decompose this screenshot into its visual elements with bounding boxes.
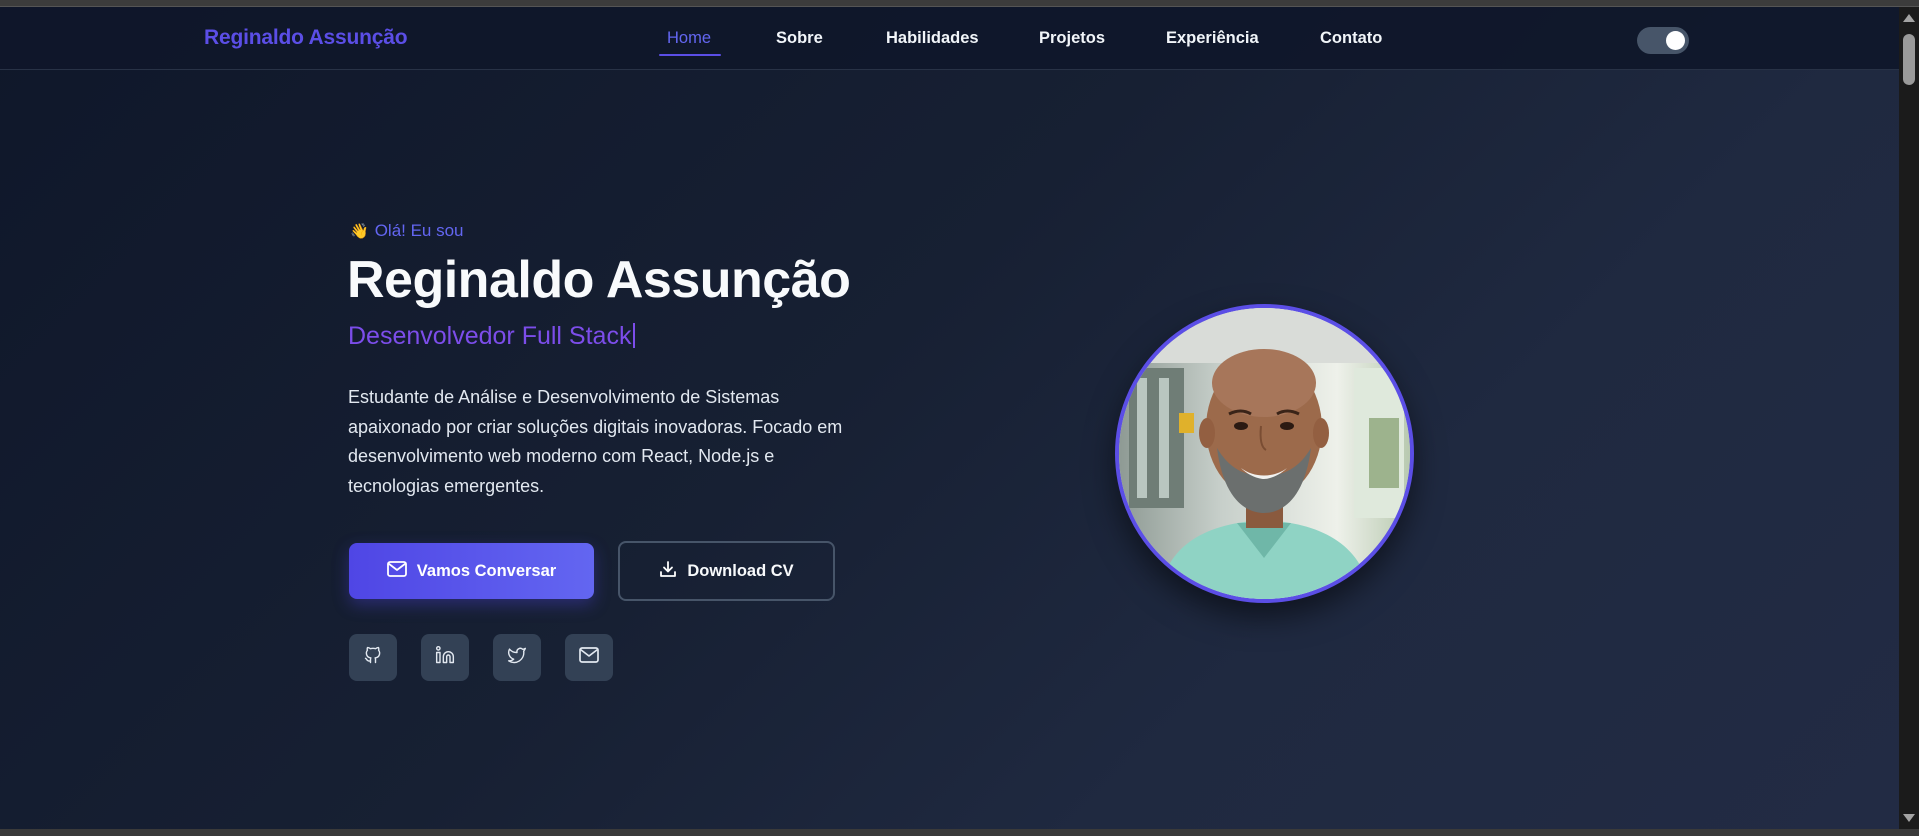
github-icon xyxy=(363,645,383,670)
linkedin-icon xyxy=(435,645,455,670)
download-cv-label: Download CV xyxy=(687,561,794,580)
twitter-link[interactable] xyxy=(493,634,541,681)
browser-bottom-edge xyxy=(0,829,1919,836)
mail-icon xyxy=(386,560,407,582)
hero-role-text: Desenvolvedor Full Stack xyxy=(348,322,632,350)
nav-link-home[interactable]: Home xyxy=(667,29,711,48)
greeting-text: Olá! Eu sou xyxy=(374,221,464,240)
navbar: Reginaldo Assunção Home Sobre Habilidade… xyxy=(0,7,1899,70)
contact-button[interactable]: Vamos Conversar xyxy=(349,543,594,599)
page-scrollbar[interactable] xyxy=(1899,7,1919,829)
hero-name: Reginaldo Assunção xyxy=(347,251,851,309)
page-viewport: Reginaldo Assunção Home Sobre Habilidade… xyxy=(0,7,1899,829)
theme-toggle[interactable] xyxy=(1637,27,1689,54)
profile-photo xyxy=(1115,304,1414,603)
scroll-down-arrow-icon[interactable] xyxy=(1903,814,1915,822)
nav-link-experiencia[interactable]: Experiência xyxy=(1166,29,1259,48)
typing-cursor xyxy=(633,323,636,348)
download-icon xyxy=(659,560,677,583)
browser-top-edge xyxy=(0,0,1919,7)
theme-toggle-knob xyxy=(1666,31,1685,50)
contact-button-label: Vamos Conversar xyxy=(416,561,557,580)
twitter-icon xyxy=(507,645,527,670)
hero-role: Desenvolvedor Full Stack xyxy=(348,322,636,351)
nav-link-projetos[interactable]: Projetos xyxy=(1039,29,1105,48)
mail-icon xyxy=(579,647,599,668)
hero-description: Estudante de Análise e Desenvolvimento d… xyxy=(348,387,843,496)
nav-link-sobre[interactable]: Sobre xyxy=(776,29,823,48)
waving-hand-icon: 👋 xyxy=(350,223,369,240)
hero-greeting: 👋 Olá! Eu sou xyxy=(350,221,464,241)
active-nav-indicator xyxy=(659,54,721,56)
github-link[interactable] xyxy=(349,634,397,681)
scroll-up-arrow-icon[interactable] xyxy=(1903,14,1915,22)
profile-photo-illustration xyxy=(1119,308,1410,599)
linkedin-link[interactable] xyxy=(421,634,469,681)
scrollbar-thumb[interactable] xyxy=(1903,34,1915,85)
email-link[interactable] xyxy=(565,634,613,681)
brand-logo[interactable]: Reginaldo Assunção xyxy=(204,26,408,50)
download-cv-button[interactable]: Download CV xyxy=(618,541,835,601)
nav-link-contato[interactable]: Contato xyxy=(1320,29,1382,48)
nav-link-habilidades[interactable]: Habilidades xyxy=(886,29,979,48)
